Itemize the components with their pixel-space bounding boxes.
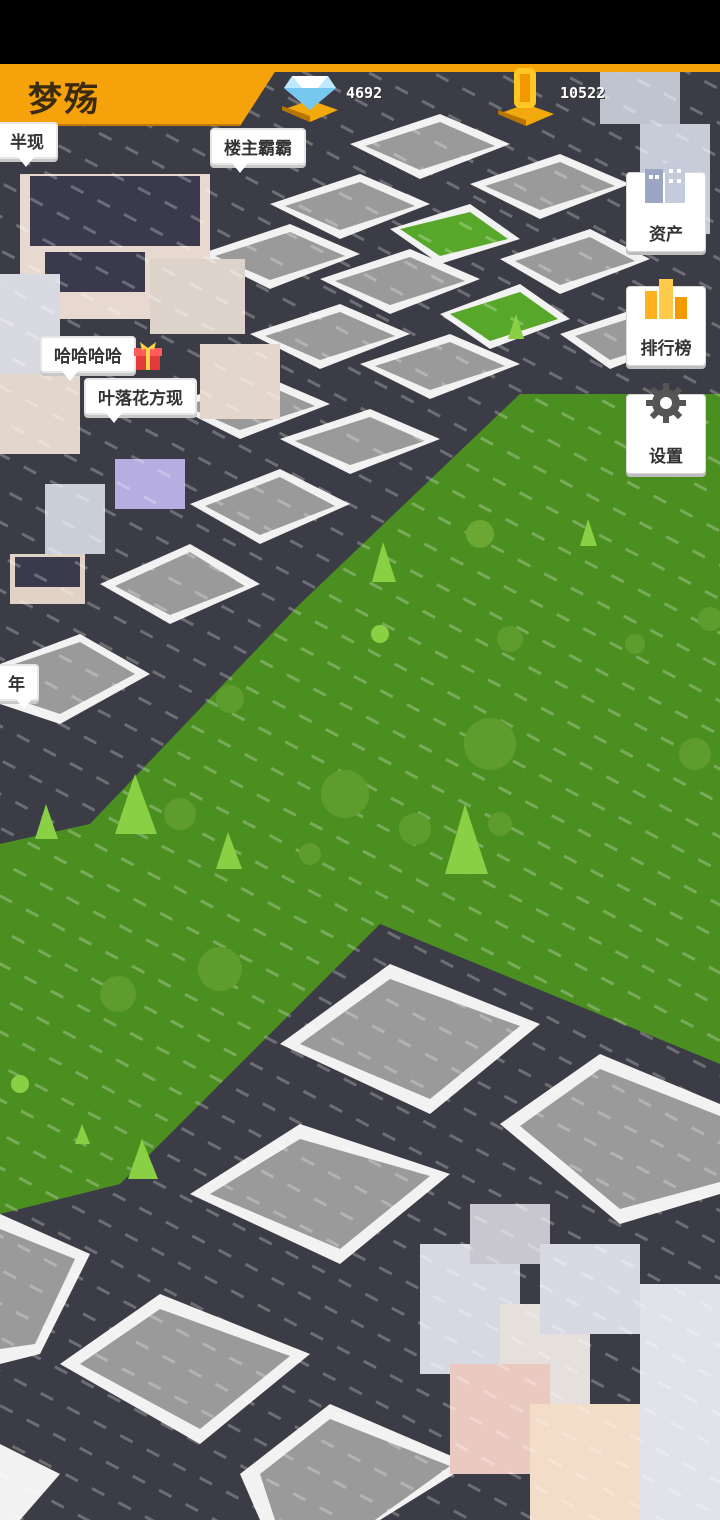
bubble-tail	[232, 163, 248, 173]
leaderboard-button[interactable]: 排行榜	[626, 279, 706, 366]
bubble-text: 楼主霸霸	[224, 139, 292, 159]
bubble-tail	[106, 413, 122, 423]
leaderboard-label: 排行榜	[640, 339, 692, 359]
settings-label: 设置	[649, 447, 683, 467]
player-bubble[interactable]: 叶落花方现	[84, 378, 197, 423]
player-bubble[interactable]: 哈哈哈哈	[40, 336, 136, 381]
bubble-text: 年	[8, 675, 25, 695]
gear-icon	[646, 383, 686, 423]
coin-value: 10522	[560, 84, 606, 102]
assets-label: 资产	[649, 225, 683, 245]
coin-icon	[498, 68, 554, 126]
diamond-icon	[282, 76, 338, 122]
bubble-tail	[16, 699, 32, 709]
player-bubble[interactable]: 年	[0, 664, 39, 709]
trophy-icon	[645, 279, 687, 319]
gift-icon[interactable]	[134, 342, 162, 372]
buildings-icon	[645, 163, 685, 203]
settings-button[interactable]: 设置	[626, 383, 706, 474]
coin-counter[interactable]: 10522	[496, 68, 606, 126]
diamond-counter[interactable]: 4692	[278, 76, 383, 122]
status-bar	[0, 0, 720, 64]
assets-button[interactable]: 资产	[626, 163, 706, 252]
player-bubble[interactable]: 半现	[0, 122, 58, 167]
diamond-value: 4692	[346, 84, 383, 102]
player-name: 梦殇	[28, 80, 100, 120]
bubble-text: 叶落花方现	[98, 389, 183, 409]
bubble-tail	[62, 371, 78, 381]
bubble-text: 哈哈哈哈	[54, 347, 122, 367]
player-bubble[interactable]: 楼主霸霸	[210, 128, 306, 173]
city-map[interactable]	[0, 64, 720, 1520]
bubble-text: 半现	[10, 133, 44, 153]
top-bar: 梦殇 4692 10522	[0, 64, 720, 126]
bubble-tail	[18, 157, 34, 167]
